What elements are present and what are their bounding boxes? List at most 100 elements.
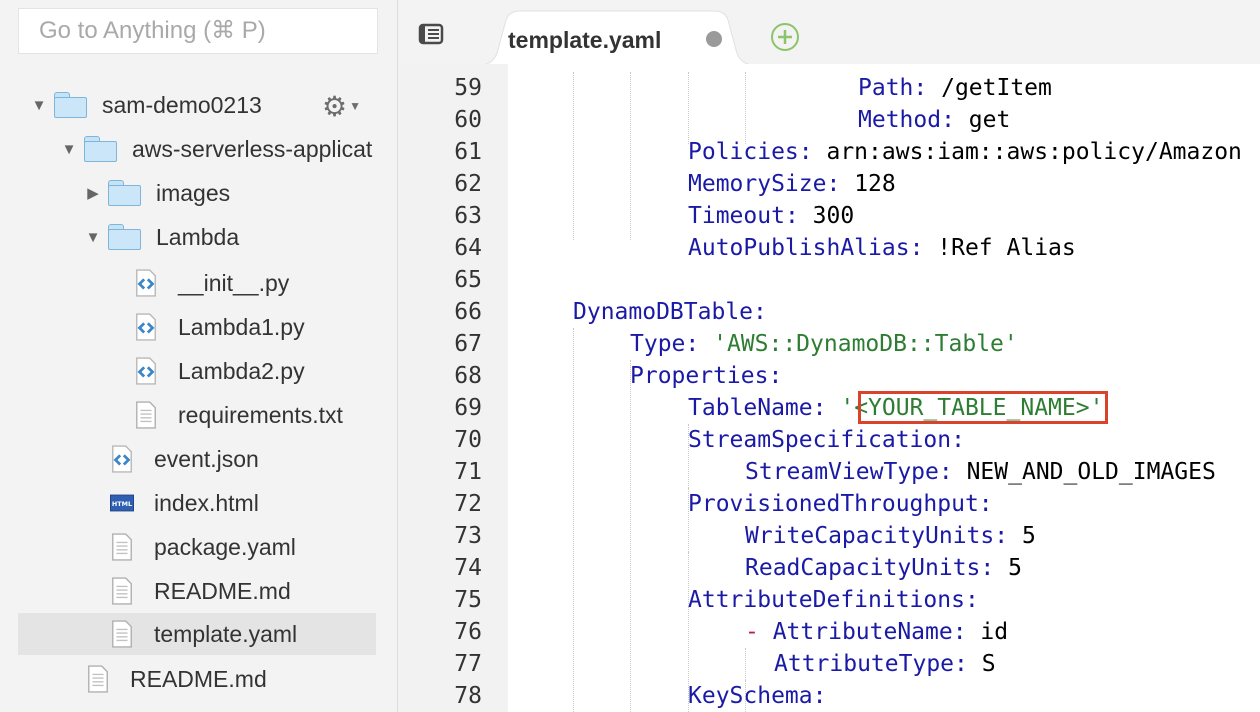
code-line: 62 MemorySize: 128 [398, 168, 1260, 200]
yaml-value: 5 [1021, 523, 1036, 549]
gear-icon: ⚙ [322, 90, 348, 122]
yaml-separator: : [826, 171, 855, 197]
code-line: 77 AttributeType: S [398, 648, 1260, 680]
line-number: 76 [454, 619, 482, 645]
collapse-arrow-icon[interactable]: ▶ [84, 184, 102, 202]
yaml-key: ReadCapacityUnits [745, 555, 981, 581]
expand-arrow-icon[interactable]: ▼ [30, 97, 48, 114]
yaml-separator: : [753, 299, 767, 325]
yaml-key: WriteCapacityUnits [745, 523, 995, 549]
tree-item-requirements-txt[interactable]: requirements.txt [134, 394, 343, 436]
tree-item-label: README.md [154, 577, 291, 604]
yaml-separator: : [784, 203, 813, 229]
tree-item-readme-md[interactable]: README.md [110, 570, 291, 612]
line-number: 70 [454, 427, 482, 453]
go-to-anything-search-input[interactable] [18, 8, 378, 54]
yaml-key: MemorySize [688, 171, 827, 197]
tree-item-label: Lambda2.py [178, 357, 305, 384]
code-line: 78 KeySchema: [398, 680, 1260, 712]
tree-item-label: requirements.txt [178, 401, 343, 428]
code-line: 73 WriteCapacityUnits: 5 [398, 520, 1260, 552]
code-content: AttributeDefinitions: [688, 584, 979, 616]
yaml-key: AutoPublishAlias [688, 235, 910, 261]
yaml-list-dash: - [745, 619, 773, 645]
tree-item-readme-md-root[interactable]: README.md [86, 658, 267, 700]
yaml-value: NEW_AND_OLD_IMAGES [966, 459, 1216, 485]
yaml-separator: : [964, 587, 979, 613]
code-file-icon [134, 268, 158, 298]
line-number: 63 [454, 203, 482, 229]
code-content: DynamoDBTable: [573, 296, 767, 328]
tree-item-lambda2-py[interactable]: Lambda2.py [134, 350, 305, 392]
code-line: 61 Policies: arn:aws:iam::aws:policy/Amaz… [398, 136, 1260, 168]
code-content: StreamSpecification: [688, 424, 965, 456]
code-line: 71 StreamViewType: NEW_AND_OLD_IMAGES [398, 456, 1260, 488]
tree-item-index-html[interactable]: HTML index.html [110, 482, 259, 524]
code-line: 64 AutoPublishAlias: !Ref Alias [398, 232, 1260, 264]
tab-template-yaml[interactable]: template.yaml [480, 10, 754, 65]
yaml-value: get [968, 107, 1011, 133]
expand-arrow-icon[interactable]: ▼ [60, 141, 78, 158]
yaml-separator: : [798, 139, 827, 165]
line-number: 66 [454, 299, 482, 325]
plus-circle-icon[interactable] [770, 22, 800, 52]
tree-item-label: index.html [154, 489, 259, 516]
expand-arrow-icon[interactable]: ▼ [84, 229, 102, 246]
yaml-key: KeySchema [688, 683, 813, 709]
unsaved-dot-icon[interactable] [706, 31, 722, 47]
yaml-value: id [980, 619, 1009, 645]
tree-item-label: template.yaml [154, 620, 298, 647]
code-line: 68 Properties: [398, 360, 1260, 392]
code-editor[interactable]: 59 Path: /getItem 60 Method: get 61 Policies:… [398, 64, 1260, 712]
tab-menu-icon[interactable] [418, 22, 446, 46]
yaml-separator: : [768, 363, 783, 389]
html-badge-text: HTML [112, 500, 132, 508]
code-line: 75 AttributeDefinitions: [398, 584, 1260, 616]
yaml-key: Path [858, 75, 914, 101]
indent-guide [573, 72, 574, 240]
line-number: 78 [454, 683, 482, 709]
yaml-key: TableName [688, 395, 813, 421]
indent-guide [688, 552, 689, 624]
tree-item-package-yaml[interactable]: package.yaml [110, 526, 296, 568]
yaml-key: Method [858, 107, 942, 133]
line-number: 72 [454, 491, 482, 517]
code-content: Properties: [630, 360, 782, 392]
indent-guide [573, 328, 574, 712]
indent-guide [630, 360, 631, 712]
settings-gear-button[interactable]: ⚙ ▼ [322, 90, 368, 122]
chevron-down-icon: ▼ [349, 99, 361, 113]
yaml-key: StreamSpecification [688, 427, 952, 453]
yaml-value: /getItem [941, 75, 1052, 101]
yaml-separator: : [812, 395, 841, 421]
tree-item-lambda1-py[interactable]: Lambda1.py [134, 306, 305, 348]
tree-item-label: Lambda1.py [178, 313, 305, 340]
yaml-value: 'AWS::DynamoDB::Table' [713, 331, 1018, 357]
tree-item-label: sam-demo0213 [102, 91, 262, 118]
tree-item-label: package.yaml [154, 533, 296, 560]
tree-item-sam-demo0213[interactable]: ▼ sam-demo0213 [30, 84, 262, 126]
tree-item-event-json[interactable]: event.json [110, 438, 259, 480]
yaml-separator: : [954, 651, 982, 677]
tree-item-template-yaml[interactable]: template.yaml [18, 613, 376, 655]
code-content: KeySchema: [688, 680, 826, 712]
tree-item-images[interactable]: ▶ images [84, 172, 230, 214]
yaml-value: 128 [854, 171, 896, 197]
tab-title: template.yaml [508, 27, 662, 53]
code-line: 63 Timeout: 300 [398, 200, 1260, 232]
tree-item-init-py[interactable]: __init__.py [134, 262, 289, 304]
code-content: ReadCapacityUnits: 5 [745, 552, 1022, 584]
yaml-separator: : [938, 459, 967, 485]
tree-item-label: Lambda [156, 223, 240, 250]
code-line: 70 StreamSpecification: [398, 424, 1260, 456]
yaml-key: StreamViewType [745, 459, 939, 485]
code-line: 59 Path: /getItem [398, 72, 1260, 104]
code-line: 60 Method: get [398, 104, 1260, 136]
table-name-highlight-box [858, 391, 1108, 424]
tree-item-lambda[interactable]: ▼ Lambda [84, 216, 239, 258]
tree-item-label: images [156, 179, 231, 206]
line-number: 68 [454, 363, 482, 389]
yaml-separator: : [980, 555, 1009, 581]
yaml-key: Policies [688, 139, 799, 165]
tree-item-aws-serverless-application[interactable]: ▼ aws-serverless-applicat [60, 128, 372, 170]
